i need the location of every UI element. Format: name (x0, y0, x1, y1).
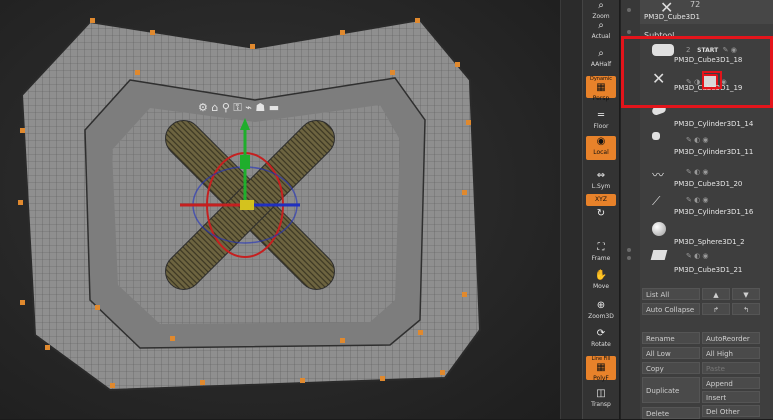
floor-button[interactable]: ═ Floor (586, 110, 616, 134)
subtool-highlight-box (621, 36, 773, 108)
magnifier-icon: ⌕ (598, 20, 604, 31)
gizmo-icons: ⚙ ⌂ ⚲ ⚿ ⌁ ☗ ▬ (198, 101, 279, 114)
arrow-left-icon: ↰ (743, 306, 749, 314)
subtool-item[interactable]: ✎ ◐ ◉ PM3D_Cylinder3D1_11 (642, 130, 772, 156)
local-button[interactable]: ◉ Local (586, 136, 616, 160)
xyz-button[interactable]: XYZ (586, 194, 616, 206)
local-icon: ◉ (596, 136, 606, 147)
list-all-button[interactable]: List All (642, 288, 700, 300)
persp-button[interactable]: Dynamic ▦ Persp (586, 76, 616, 102)
copy-button[interactable]: Copy (642, 362, 700, 374)
frame-button[interactable]: ⛶ Frame (586, 242, 616, 266)
cube-thumb-icon (650, 250, 668, 260)
aahalf-button[interactable]: ⌕ AAHalf (586, 48, 616, 72)
arrow-up-icon: ▲ (713, 291, 719, 299)
canvas-viewport[interactable]: ⚙ ⌂ ⚲ ⚿ ⌁ ☗ ▬ (0, 0, 560, 419)
rotate-axis-button[interactable]: ↻ (586, 208, 616, 222)
auto-reorder-button[interactable]: AutoReorder (702, 332, 760, 344)
active-tool-thumbnail[interactable]: ✕ 72 PM3D_Cube3D1 (640, 0, 773, 24)
viewport-divider (560, 0, 583, 419)
all-low-button[interactable]: All Low (642, 347, 700, 359)
zoom3d-icon: ⊕ (596, 300, 606, 311)
transparency-icon: ◫ (596, 388, 606, 399)
persp-grid-icon: ▦ (596, 82, 606, 93)
cylinder-thumb-icon (652, 132, 660, 140)
paste-button[interactable]: Paste (702, 362, 760, 374)
symmetry-icon: ⇔ (596, 170, 606, 181)
append-button[interactable]: Append (702, 377, 760, 389)
svg-text:⚙ ⌂ ⚲ ⚿ ⌁ ☗ ▬: ⚙ ⌂ ⚲ ⚿ ⌁ ☗ ▬ (198, 101, 279, 114)
lsym-button[interactable]: ⇔ L.Sym (586, 170, 616, 194)
arrow-down-icon: ▼ (743, 291, 749, 299)
sphere-thumb-icon (652, 222, 666, 236)
delete-button[interactable]: Delete (642, 407, 700, 419)
subtool-item[interactable]: PM3D_Sphere3D1_2 (642, 220, 772, 246)
rename-button[interactable]: Rename (642, 332, 700, 344)
subtool-item[interactable]: ⟋ ✎ ◐ ◉ PM3D_Cylinder3D1_16 (642, 192, 772, 216)
zoom-icon: ⌕ (598, 0, 604, 11)
mesh-render: ⚙ ⌂ ⚲ ⚿ ⌁ ☗ ▬ (18, 18, 482, 392)
toggle-highlight-box (702, 71, 722, 89)
move-down-button[interactable]: ▼ (732, 288, 760, 300)
hand-icon: ✋ (594, 270, 608, 281)
rotate-icon: ⟳ (596, 328, 606, 339)
zoom3d-button[interactable]: ⊕ Zoom3D (586, 300, 616, 324)
magnifier-half-icon: ⌕ (598, 48, 604, 59)
subtool-item[interactable]: 〰 ✎ ◐ ◉ PM3D_Cube3D1_20 (642, 164, 772, 188)
arrow-right-icon: ↱ (713, 306, 719, 314)
move-button[interactable]: ✋ Move (586, 270, 616, 294)
move-up-button[interactable]: ▲ (702, 288, 730, 300)
floor-icon: ═ (597, 110, 605, 121)
duplicate-button[interactable]: Duplicate (642, 377, 700, 403)
frame-icon: ⛶ (597, 242, 605, 253)
move-right-button[interactable]: ↱ (702, 303, 730, 315)
polyf-button[interactable]: Line Fill ▦ PolyF (586, 356, 616, 382)
right-shelf: ⌕ Zoom ⌕ Actual ⌕ AAHalf Dynamic ▦ Persp ═ Flo… (582, 0, 619, 419)
rotate-axis-icon: ↻ (596, 208, 606, 219)
del-other-button[interactable]: Del Other (702, 405, 760, 417)
polyframe-icon: ▦ (596, 362, 606, 373)
move-left-button[interactable]: ↰ (732, 303, 760, 315)
transp-button[interactable]: ◫ Transp (586, 388, 616, 412)
insert-button[interactable]: Insert (702, 391, 760, 403)
auto-collapse-button[interactable]: Auto Collapse (642, 303, 700, 315)
all-high-button[interactable]: All High (702, 347, 760, 359)
actual-button[interactable]: ⌕ Actual (586, 20, 616, 44)
bent-cylinder-thumb-icon: ⟋ (652, 194, 661, 208)
rotate-button[interactable]: ⟳ Rotate (586, 328, 616, 352)
curve-thumb-icon: 〰 (652, 168, 665, 182)
subtool-item[interactable]: ✎ ◐ ◉ PM3D_Cube3D1_21 (642, 248, 772, 274)
